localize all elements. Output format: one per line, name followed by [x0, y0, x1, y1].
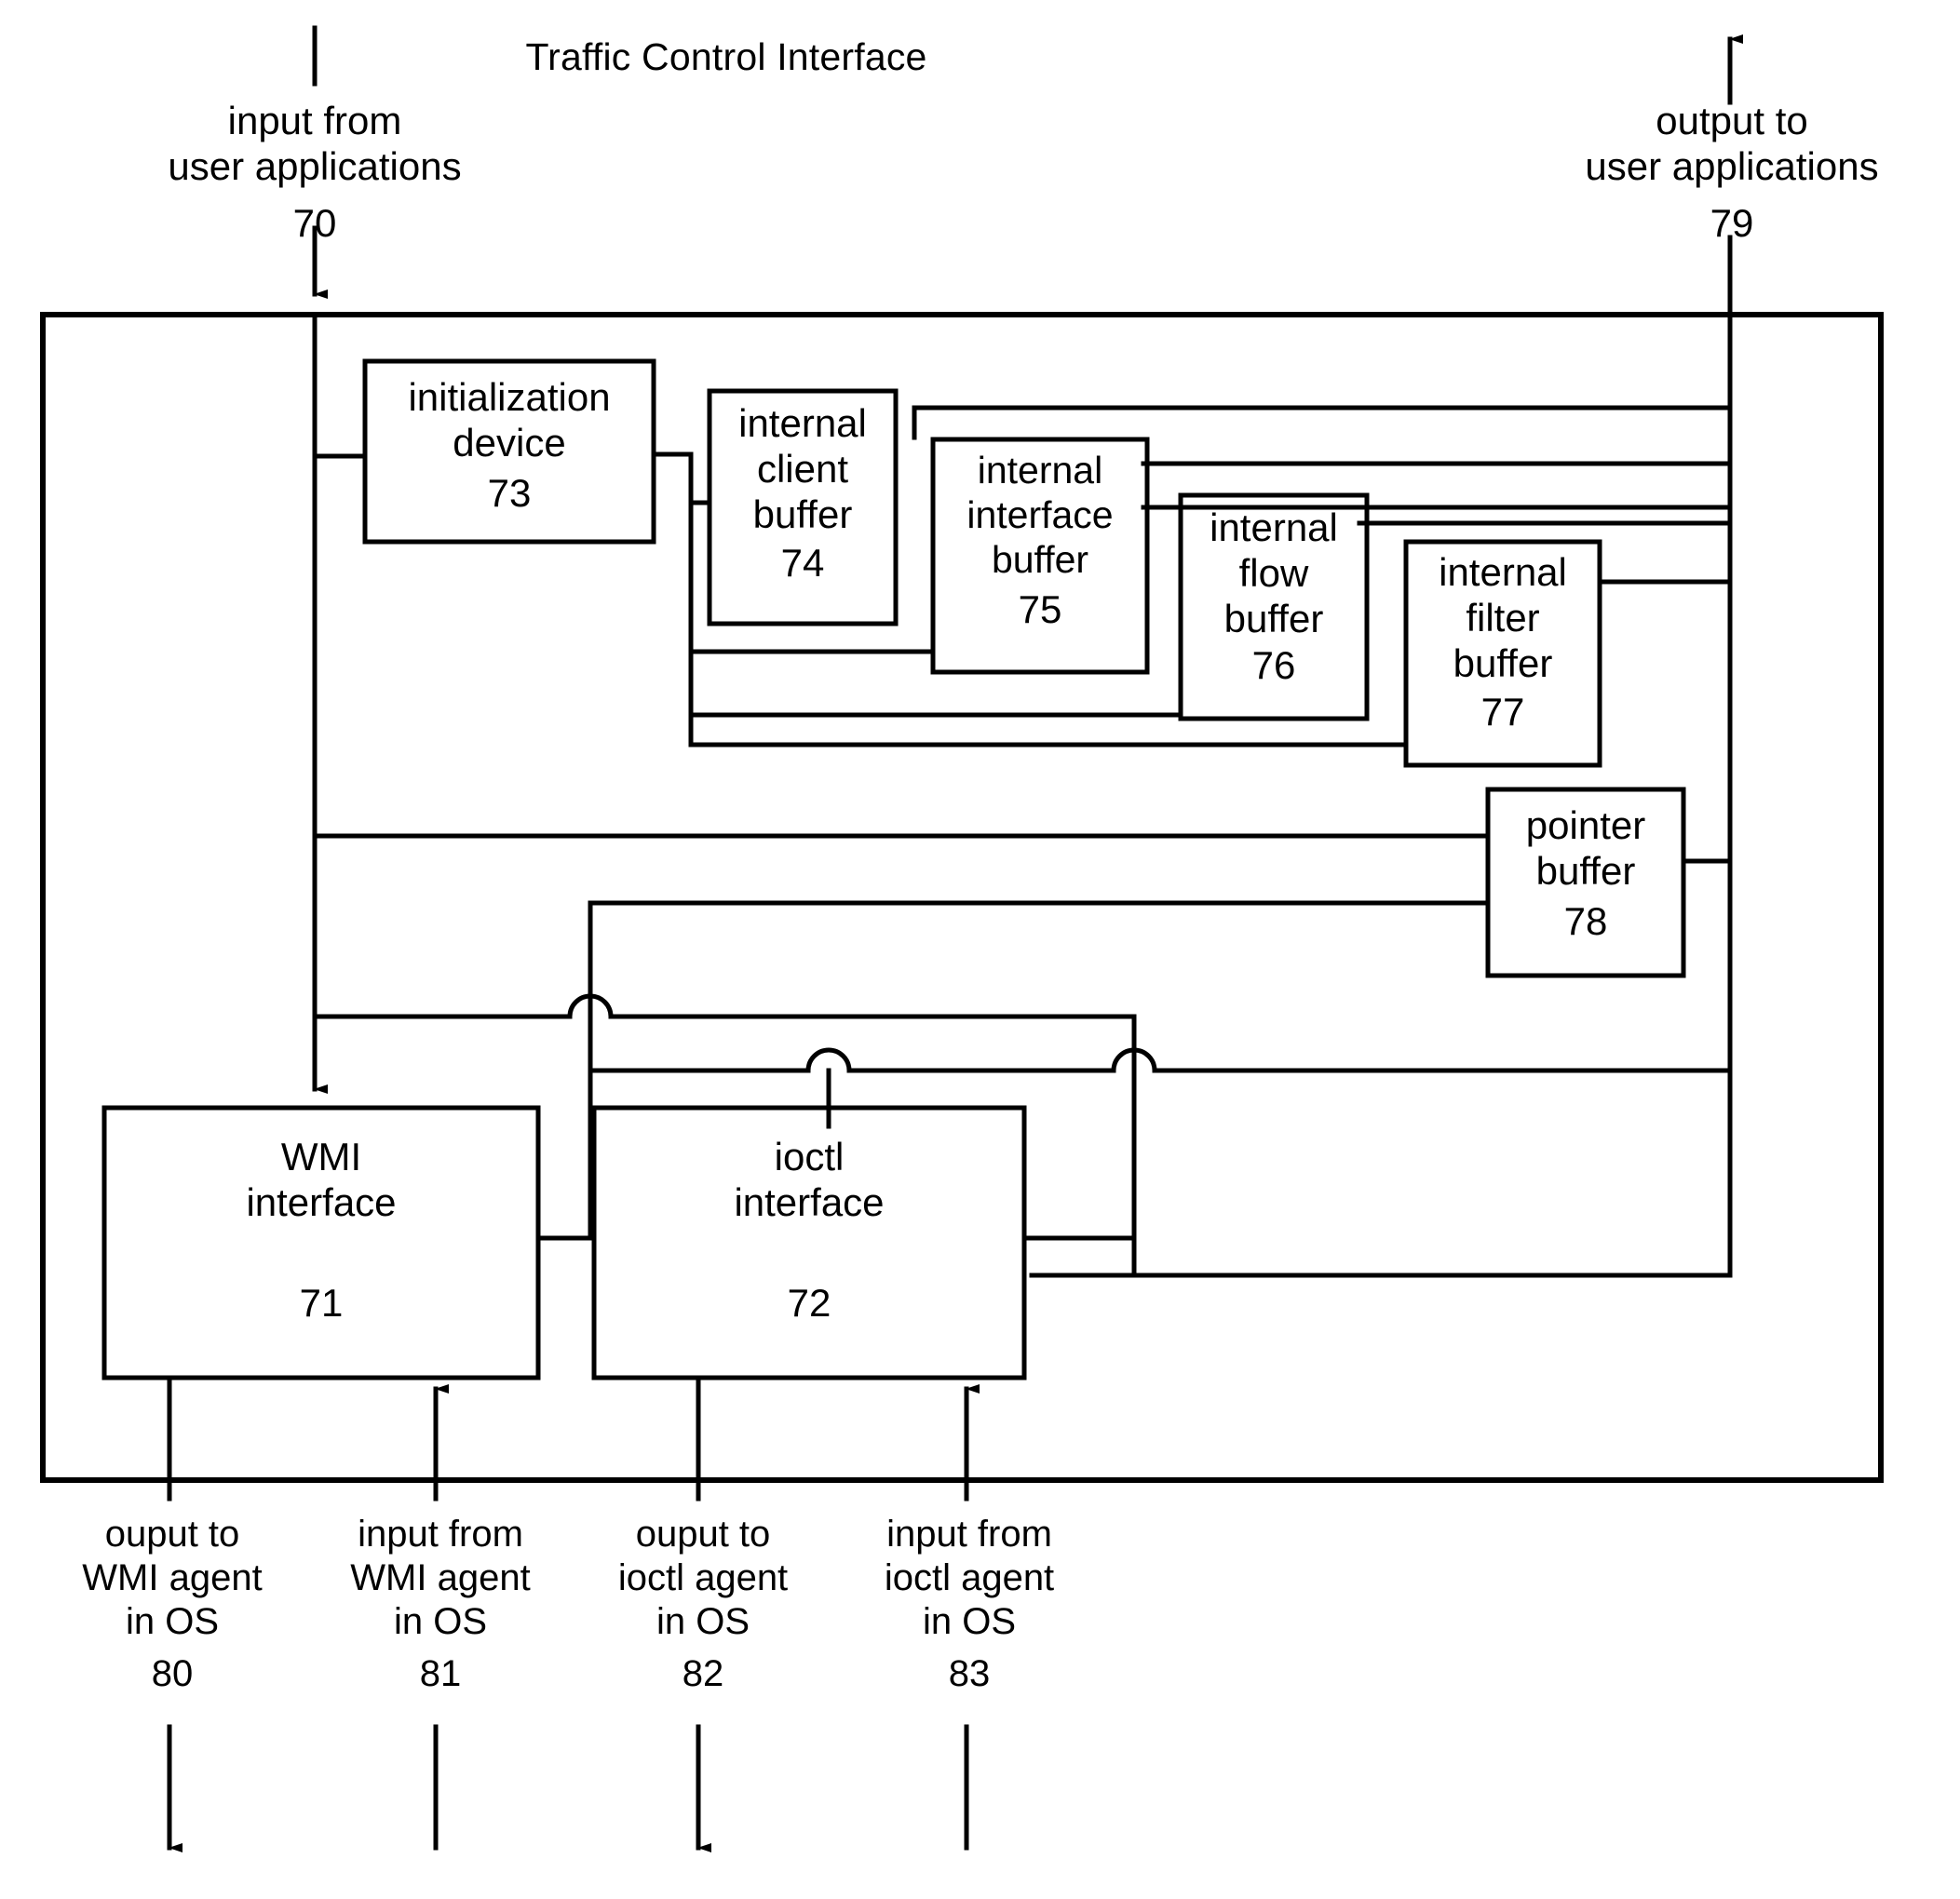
port-70-label: input from user applications — [168, 99, 462, 189]
port-70-ref: 70 — [292, 201, 337, 245]
port-80-ref: 80 — [151, 1653, 194, 1694]
port-81-label: input from WMI agent in OS — [350, 1514, 531, 1642]
wire-trunkA-to-wmi-right — [535, 1014, 593, 1241]
block-wmi-interface-label: WMI interface — [246, 1135, 397, 1225]
block-internal-filter-buffer-ref: 77 — [1480, 690, 1525, 734]
port-80-label: ouput to WMI agent in OS — [82, 1514, 263, 1642]
trunk-b-hop-890 — [805, 1047, 852, 1073]
port-83-ref: 83 — [948, 1653, 991, 1694]
port-79-label: output to user applications — [1585, 99, 1879, 189]
block-pointer-buffer-label: pointer buffer — [1525, 803, 1646, 894]
block-initialization-device-ref: 73 — [487, 471, 532, 515]
block-internal-filter-buffer-label: internal filter buffer — [1439, 550, 1567, 686]
port-79-ref: 79 — [1710, 201, 1754, 245]
block-internal-interface-buffer-label: internal interface buffer — [966, 449, 1114, 581]
block-internal-interface-buffer-ref: 75 — [1018, 587, 1062, 631]
block-initialization-device-label: initialization device — [408, 375, 611, 465]
port-82-ref: 82 — [682, 1653, 724, 1694]
block-ioctl-interface-label: ioctl interface — [734, 1135, 885, 1225]
block-internal-flow-buffer-label: internal flow buffer — [1210, 505, 1338, 641]
block-internal-client-buffer-ref: 74 — [780, 541, 825, 585]
port-82-label: ouput to ioctl agent in OS — [617, 1514, 789, 1642]
traffic-control-interface-figure: Traffic Control Interface input from use… — [0, 0, 1960, 1899]
wire-73-right-column — [651, 451, 694, 747]
block-pointer-buffer-ref: 78 — [1563, 899, 1608, 943]
port-81-ref: 81 — [419, 1653, 462, 1694]
figure-title: Traffic Control Interface — [525, 35, 927, 78]
block-internal-client-buffer-label: internal client buffer — [738, 401, 867, 537]
block-internal-flow-buffer-ref: 76 — [1251, 643, 1296, 687]
block-ioctl-interface-ref: 72 — [787, 1281, 831, 1325]
block-wmi-interface-ref: 71 — [299, 1281, 344, 1325]
port-83-label: input from ioctl agent in OS — [884, 1514, 1055, 1642]
